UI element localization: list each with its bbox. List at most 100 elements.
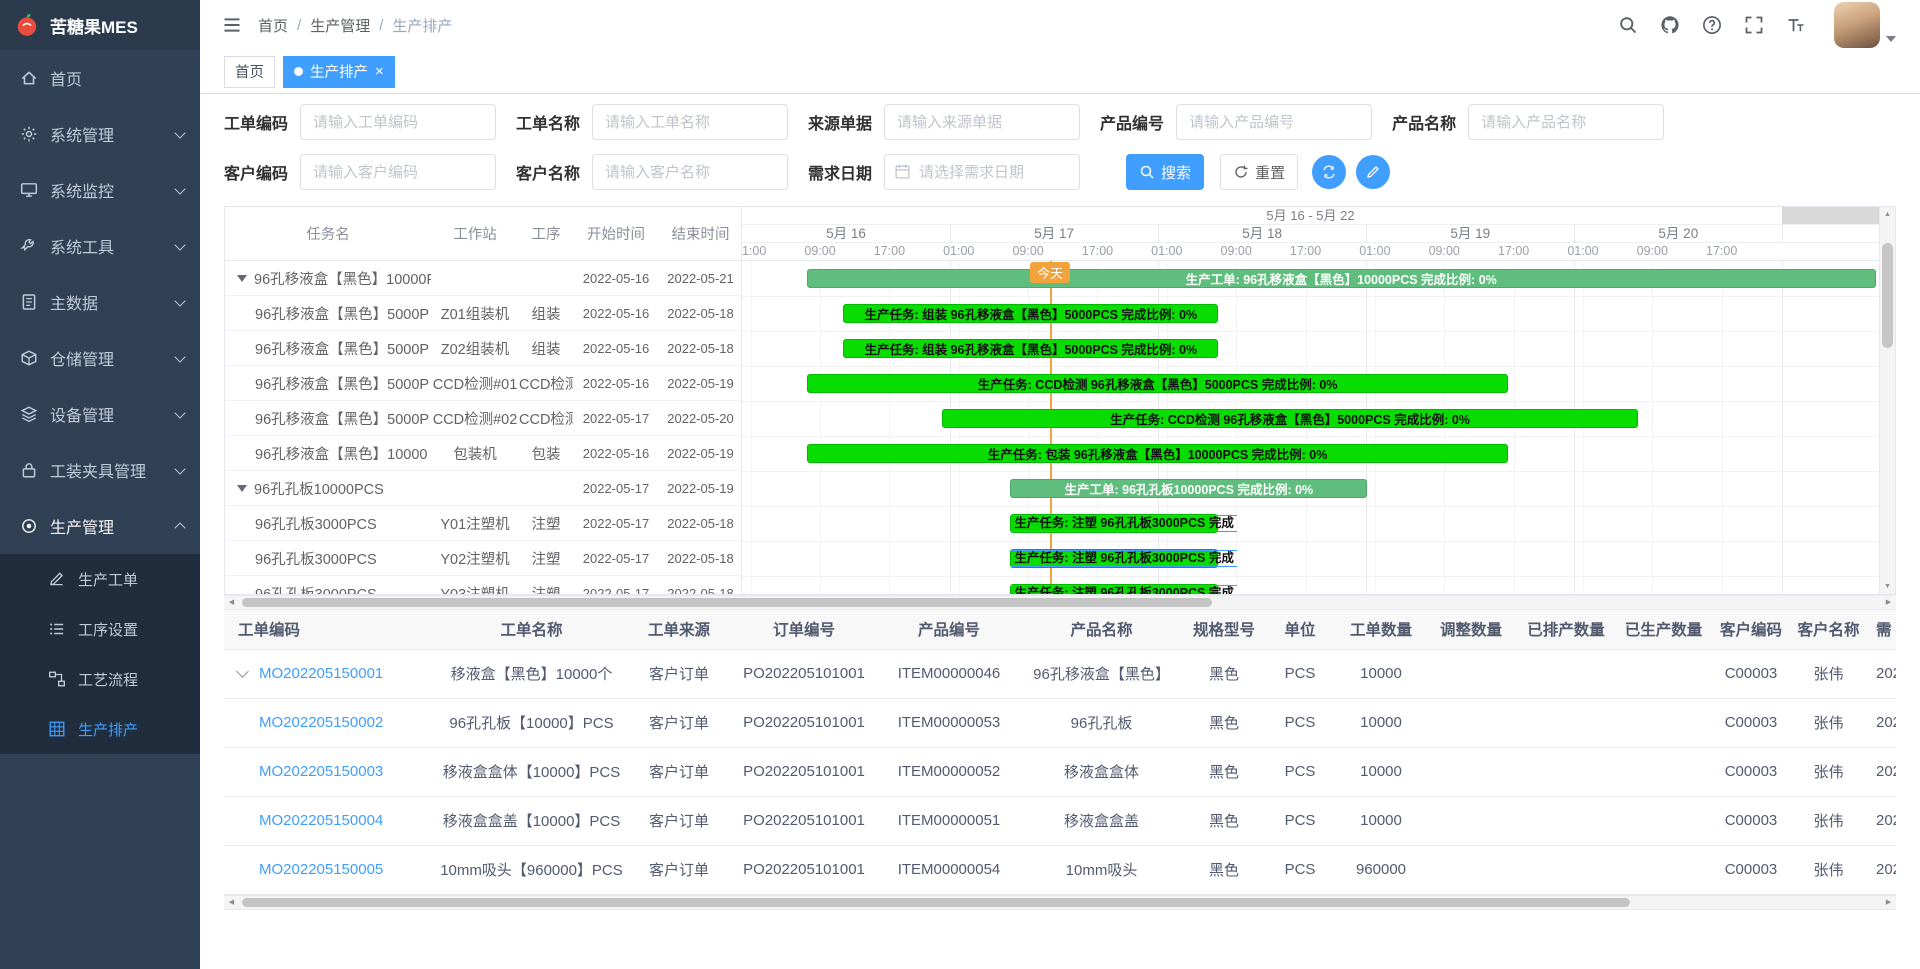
scrollbar-thumb[interactable] <box>242 598 1212 607</box>
task-station: Y02注塑机 <box>431 548 519 569</box>
text-input[interactable] <box>1176 104 1372 140</box>
scroll-left-arrow[interactable]: ◀ <box>224 596 239 611</box>
scroll-right-arrow[interactable]: ▶ <box>1881 896 1896 911</box>
gantt-bar[interactable]: 生产工单: 96孔孔板10000PCS 完成比例: 0% <box>1010 479 1367 498</box>
gantt-bar[interactable]: 生产工单: 96孔移液盒【黑色】10000PCS 完成比例: 0% <box>807 269 1876 288</box>
font-size-icon[interactable] <box>1786 15 1806 35</box>
app-logo[interactable]: 苦糖果MES <box>0 0 200 50</box>
table-cell <box>1616 796 1711 845</box>
gantt-bar[interactable]: 生产任务: CCD检测 96孔移液盒【黑色】5000PCS 完成比例: 0% <box>807 374 1509 393</box>
column-header: 已生产数量 <box>1616 610 1711 649</box>
edit-button[interactable] <box>1356 155 1390 189</box>
gantt-task-row[interactable]: 96孔移液盒【黑色】10000包装机包装2022-05-162022-05-19 <box>225 436 741 471</box>
order-link[interactable]: MO202205150001 <box>259 665 383 682</box>
task-name: 96孔移液盒【黑色】5000P <box>255 373 429 394</box>
sidebar-item-tools[interactable]: 系统工具 <box>0 218 200 274</box>
task-name: 96孔移液盒【黑色】5000P <box>255 338 429 359</box>
gantt-task-row[interactable]: 96孔移液盒【黑色】5000PZ02组装机组装2022-05-162022-05… <box>225 331 741 366</box>
table-cell: 960000 <box>1336 845 1426 894</box>
gantt-bar[interactable]: 生产任务: 组装 96孔移液盒【黑色】5000PCS 完成比例: 0% <box>843 339 1218 358</box>
gantt-bar-label: 生产任务: 注塑 96孔孔板3000PCS 完成 <box>1011 550 1237 567</box>
help-icon[interactable] <box>1702 15 1722 35</box>
order-link[interactable]: MO202205150002 <box>259 714 383 731</box>
sidebar-item-monitor[interactable]: 系统监控 <box>0 162 200 218</box>
sidebar-item-system[interactable]: 系统管理 <box>0 106 200 162</box>
gantt-bar[interactable]: 生产任务: 注塑 96孔孔板3000PCS 完成 <box>1010 549 1218 568</box>
breadcrumb-item-production[interactable]: 生产管理 <box>310 15 370 36</box>
collapse-triangle-icon[interactable] <box>237 275 247 282</box>
filter-field: 客户名称 <box>516 154 788 190</box>
table-cell: 202 <box>1866 649 1896 698</box>
text-input[interactable] <box>1468 104 1664 140</box>
table-cell <box>1616 845 1711 894</box>
text-input[interactable] <box>884 104 1080 140</box>
reset-button[interactable]: 重置 <box>1220 154 1298 190</box>
text-input[interactable] <box>300 104 496 140</box>
scroll-left-arrow[interactable]: ◀ <box>224 896 239 911</box>
github-icon[interactable] <box>1660 15 1680 35</box>
order-link[interactable]: MO202205150005 <box>259 861 383 878</box>
tab-home[interactable]: 首页 <box>224 56 275 88</box>
sidebar-item-work-order[interactable]: 生产工单 <box>0 554 200 604</box>
sidebar-item-warehouse[interactable]: 仓储管理 <box>0 330 200 386</box>
sidebar-item-master-data[interactable]: 主数据 <box>0 274 200 330</box>
gantt-bar[interactable]: 生产任务: 包装 96孔移液盒【黑色】10000PCS 完成比例: 0% <box>807 444 1509 463</box>
scroll-up-arrow[interactable]: ▲ <box>1880 207 1895 222</box>
sidebar-item-home[interactable]: 首页 <box>0 50 200 106</box>
scrollbar-thumb[interactable] <box>1882 243 1893 348</box>
gantt-task-row[interactable]: 96孔移液盒【黑色】10000PC2022-05-162022-05-21 <box>225 261 741 296</box>
gantt-bar[interactable]: 生产任务: CCD检测 96孔移液盒【黑色】5000PCS 完成比例: 0% <box>942 409 1638 428</box>
search-icon[interactable] <box>1618 15 1638 35</box>
gantt-chart: 任务名工作站工序开始时间结束时间 96孔移液盒【黑色】10000PC2022-0… <box>224 206 1896 595</box>
fullscreen-icon[interactable] <box>1744 15 1764 35</box>
tab-scheduling[interactable]: 生产排产 × <box>283 56 395 88</box>
gantt-bar[interactable]: 生产任务: 注塑 96孔孔板3000PCS 完成 <box>1010 514 1218 533</box>
today-badge: 今天 <box>1030 262 1070 283</box>
close-icon[interactable]: × <box>375 64 384 79</box>
table-cell: 客户订单 <box>629 747 729 796</box>
gantt-bar[interactable]: 生产任务: 注塑 96孔孔板3000PCS 完成 <box>1010 584 1218 594</box>
sidebar-item-process-flow[interactable]: 工艺流程 <box>0 654 200 704</box>
gantt-bar[interactable]: 生产任务: 组装 96孔移液盒【黑色】5000PCS 完成比例: 0% <box>843 304 1218 323</box>
user-menu[interactable] <box>1834 2 1896 48</box>
gantt-vertical-scrollbar[interactable]: ▲ ▼ <box>1879 207 1895 594</box>
expand-chevron-icon[interactable] <box>236 665 249 678</box>
order-link[interactable]: MO202205150003 <box>259 763 383 780</box>
orders-horizontal-scrollbar[interactable]: ◀ ▶ <box>224 895 1896 910</box>
scroll-right-arrow[interactable]: ▶ <box>1881 596 1896 611</box>
gantt-task-row[interactable]: 96孔移液盒【黑色】5000PCCD检测#01CCD检测2022-05-1620… <box>225 366 741 401</box>
scroll-down-arrow[interactable]: ▼ <box>1880 579 1895 594</box>
sidebar-toggle[interactable] <box>222 15 242 35</box>
gantt-task-row[interactable]: 96孔移液盒【黑色】5000PCCD检测#02CCD检测2022-05-1720… <box>225 401 741 436</box>
gantt-task-row[interactable]: 96孔孔板10000PCS2022-05-172022-05-19 <box>225 471 741 506</box>
text-input[interactable] <box>592 104 788 140</box>
scrollbar-thumb[interactable] <box>242 898 1630 907</box>
sidebar-item-fixture[interactable]: 工装夹具管理 <box>0 442 200 498</box>
sidebar-item-equipment[interactable]: 设备管理 <box>0 386 200 442</box>
chevron-up-icon <box>174 522 185 533</box>
task-process: 包装 <box>519 443 573 464</box>
gantt-task-row[interactable]: 96孔孔板3000PCSY01注塑机注塑2022-05-172022-05-18 <box>225 506 741 541</box>
table-cell: 10000 <box>1336 796 1426 845</box>
table-row: MO20220515000296孔孔板【10000】PCS客户订单PO20220… <box>224 698 1896 747</box>
text-input[interactable] <box>300 154 496 190</box>
gantt-task-row[interactable]: 96孔孔板3000PCSY02注塑机注塑2022-05-172022-05-18 <box>225 541 741 576</box>
gantt-bar-label: 生产任务: 注塑 96孔孔板3000PCS 完成 <box>1011 515 1237 532</box>
sidebar-item-scheduling[interactable]: 生产排产 <box>0 704 200 754</box>
search-button[interactable]: 搜索 <box>1126 154 1204 190</box>
task-process: CCD检测 <box>519 373 573 394</box>
sidebar-item-process-setting[interactable]: 工序设置 <box>0 604 200 654</box>
gantt-task-row[interactable]: 96孔移液盒【黑色】5000PZ01组装机组装2022-05-162022-05… <box>225 296 741 331</box>
gantt-horizontal-scrollbar[interactable]: ◀ ▶ <box>224 595 1896 610</box>
sidebar-item-label: 工装夹具管理 <box>50 458 176 482</box>
gantt-task-row[interactable]: 96孔孔板3000PCSY03注塑机注塑2022-05-172022-05-18 <box>225 576 741 594</box>
refresh-button[interactable] <box>1312 155 1346 189</box>
breadcrumb-item-home[interactable]: 首页 <box>258 15 288 36</box>
collapse-triangle-icon[interactable] <box>237 485 247 492</box>
sidebar-item-production[interactable]: 生产管理 <box>0 498 200 554</box>
date-input[interactable] <box>884 154 1080 190</box>
filter-row-1: 工单编码工单名称来源单据产品编号产品名称 <box>224 104 1896 140</box>
tab-label: 生产排产 <box>310 61 368 82</box>
order-link[interactable]: MO202205150004 <box>259 812 383 829</box>
text-input[interactable] <box>592 154 788 190</box>
